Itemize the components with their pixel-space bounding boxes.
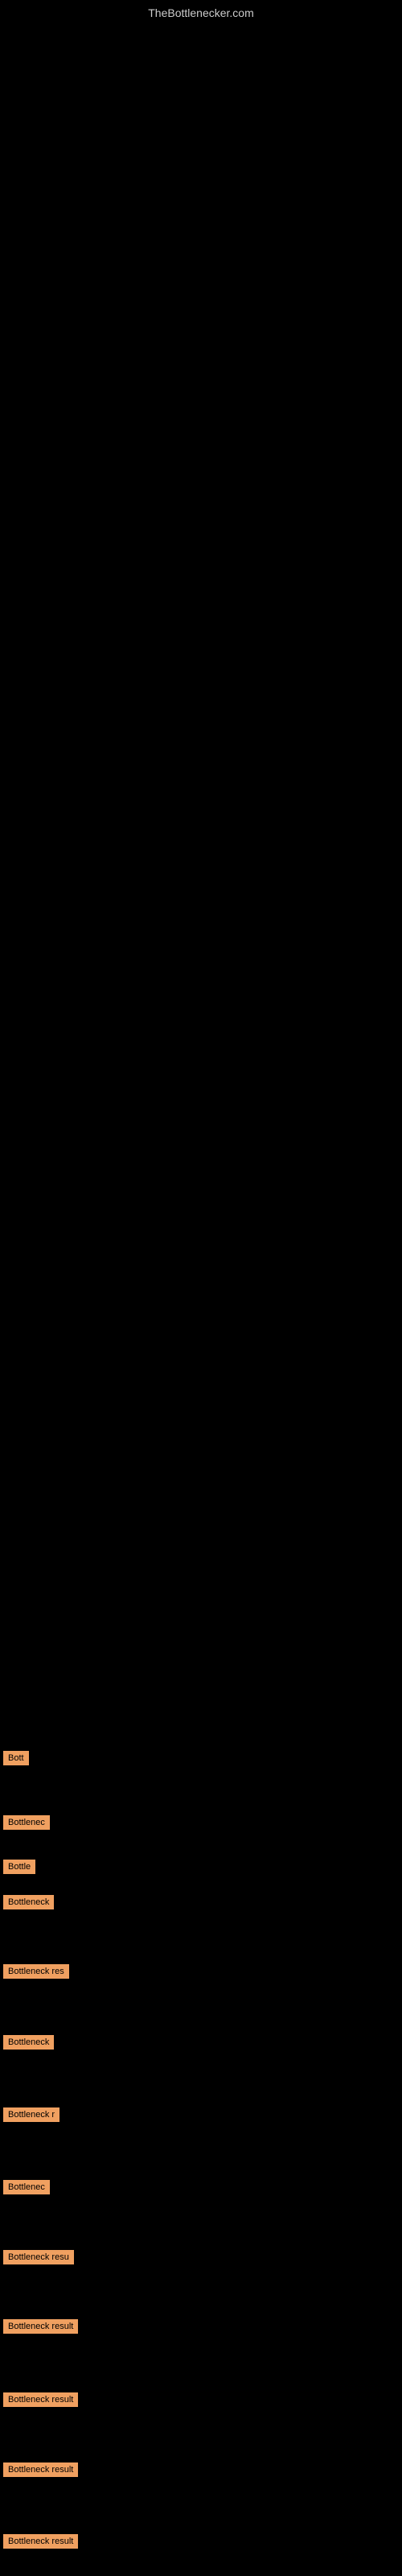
bottleneck-result-label: Bottleneck: [3, 1895, 54, 1909]
bottleneck-result-label: Bottleneck result: [3, 2392, 78, 2407]
bottleneck-result-label: Bottleneck: [3, 2035, 54, 2050]
list-item: Bottleneck resu: [3, 2250, 74, 2268]
bottleneck-result-label: Bottleneck result: [3, 2534, 78, 2549]
bottleneck-result-label: Bottleneck result: [3, 2319, 78, 2334]
list-item: Bottleneck: [3, 2035, 54, 2054]
bottleneck-result-label: Bottleneck resu: [3, 2250, 74, 2264]
bottleneck-result-label: Bottleneck r: [3, 2107, 59, 2122]
bottleneck-result-label: Bott: [3, 1751, 29, 1765]
list-item: Bottleneck r: [3, 2107, 59, 2126]
list-item: Bottlenec: [3, 1815, 50, 1834]
list-item: Bottle: [3, 1860, 35, 1878]
list-item: Bott: [3, 1751, 29, 1769]
bottleneck-result-label: Bottleneck res: [3, 1964, 69, 1979]
bottleneck-result-label: Bottlenec: [3, 2180, 50, 2194]
list-item: Bottleneck res: [3, 1964, 69, 1983]
list-item: Bottlenec: [3, 2180, 50, 2198]
bottleneck-result-label: Bottlenec: [3, 1815, 50, 1830]
list-item: Bottleneck result: [3, 2392, 78, 2411]
list-item: Bottleneck result: [3, 2319, 78, 2338]
list-item: Bottleneck result: [3, 2462, 78, 2481]
list-item: Bottleneck: [3, 1895, 54, 1913]
site-title: TheBottlenecker.com: [0, 6, 402, 19]
bottleneck-result-label: Bottle: [3, 1860, 35, 1874]
page-wrapper: TheBottlenecker.com Bott Bottlenec Bottl…: [0, 0, 402, 2576]
bottleneck-result-label: Bottleneck result: [3, 2462, 78, 2477]
list-item: Bottleneck result: [3, 2534, 78, 2553]
